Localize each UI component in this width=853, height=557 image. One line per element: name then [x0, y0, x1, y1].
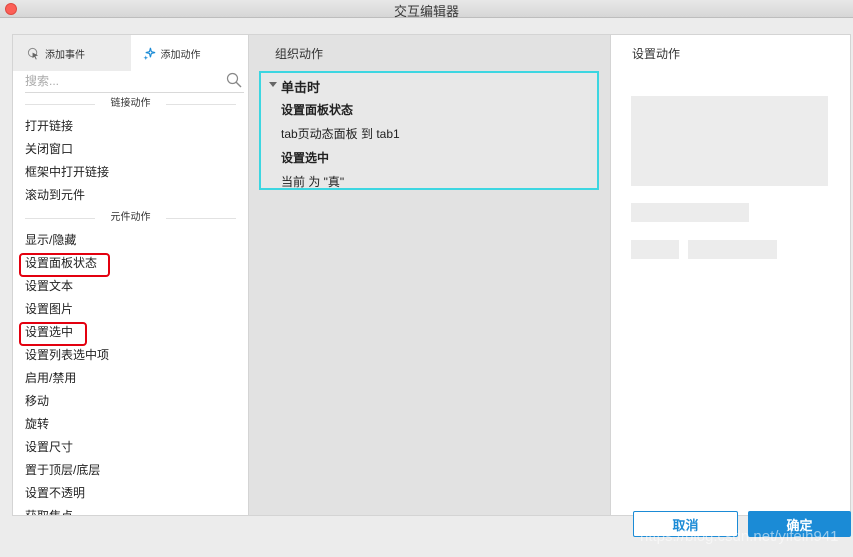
title-bar: 交互编辑器: [0, 0, 853, 19]
organize-actions-panel: 组织动作 单击时 设置面板状态 tab页动态面板 到 tab1 设置选中 当前 …: [249, 34, 610, 516]
action-item-open-in-frame[interactable]: 框架中打开链接: [13, 161, 248, 184]
placeholder-block: [631, 240, 679, 259]
action-item-enable-disable[interactable]: 启用/禁用: [13, 367, 248, 390]
action-item-close-window[interactable]: 关闭窗口: [13, 138, 248, 161]
search-icon[interactable]: [226, 72, 242, 88]
tab-add-event-label: 添加事件: [45, 49, 85, 61]
dialog-body: 添加事件 添加动作 链接动作 打开链接 关闭窗口 框架中打开链接 滚动到元件 元…: [0, 18, 853, 557]
group-header-widget-actions: 元件动作: [25, 207, 236, 229]
panel-tabs: 添加事件 添加动作: [13, 35, 248, 71]
action-library-panel: 添加事件 添加动作 链接动作 打开链接 关闭窗口 框架中打开链接 滚动到元件 元…: [12, 34, 249, 516]
action-item-set-size[interactable]: 设置尺寸: [13, 436, 248, 459]
action-item-set-selected[interactable]: 设置选中: [13, 321, 248, 346]
tab-add-event[interactable]: 添加事件: [13, 35, 131, 71]
action-item-get-focus[interactable]: 获取焦点: [13, 505, 248, 515]
placeholder-block: [631, 96, 828, 186]
organize-actions-title: 组织动作: [275, 47, 324, 61]
action-search: [25, 71, 244, 93]
action-item-set-panel-state[interactable]: 设置面板状态: [13, 252, 248, 277]
configure-action-panel: 设置动作: [610, 34, 851, 516]
case-block[interactable]: 单击时 设置面板状态 tab页动态面板 到 tab1 设置选中 当前 为 "真": [259, 71, 599, 190]
tab-add-action[interactable]: 添加动作: [130, 35, 248, 71]
placeholder-block: [688, 240, 777, 259]
configure-action-title: 设置动作: [632, 47, 681, 61]
search-input[interactable]: [25, 71, 215, 91]
placeholder-block: [631, 203, 749, 222]
action-item-set-image[interactable]: 设置图片: [13, 298, 248, 321]
action-item-bring-front-back[interactable]: 置于顶层/底层: [13, 459, 248, 482]
action-item-move[interactable]: 移动: [13, 390, 248, 413]
action-detail[interactable]: 当前 为 "真": [281, 173, 344, 190]
action-item-show-hide[interactable]: 显示/隐藏: [13, 229, 248, 252]
action-item-scroll-to-widget[interactable]: 滚动到元件: [13, 184, 248, 207]
action-name[interactable]: 设置选中: [281, 149, 329, 166]
action-item-open-link[interactable]: 打开链接: [13, 115, 248, 138]
action-item-set-text[interactable]: 设置文本: [13, 275, 248, 298]
action-item-set-opacity[interactable]: 设置不透明: [13, 482, 248, 505]
sparkle-icon: [142, 47, 155, 60]
tab-add-action-label: 添加动作: [160, 49, 201, 61]
cursor-click-icon: [27, 47, 39, 60]
action-item-set-list-selection[interactable]: 设置列表选中项: [13, 344, 248, 367]
case-title: 单击时: [281, 80, 321, 95]
action-detail[interactable]: tab页动态面板 到 tab1: [281, 125, 400, 142]
caret-down-icon[interactable]: [269, 82, 277, 87]
watermark: https://blog.csdn.net/yifeih941: [640, 528, 839, 545]
action-item-rotate[interactable]: 旋转: [13, 413, 248, 436]
group-header-link-actions: 链接动作: [25, 93, 236, 115]
action-name[interactable]: 设置面板状态: [281, 101, 353, 118]
